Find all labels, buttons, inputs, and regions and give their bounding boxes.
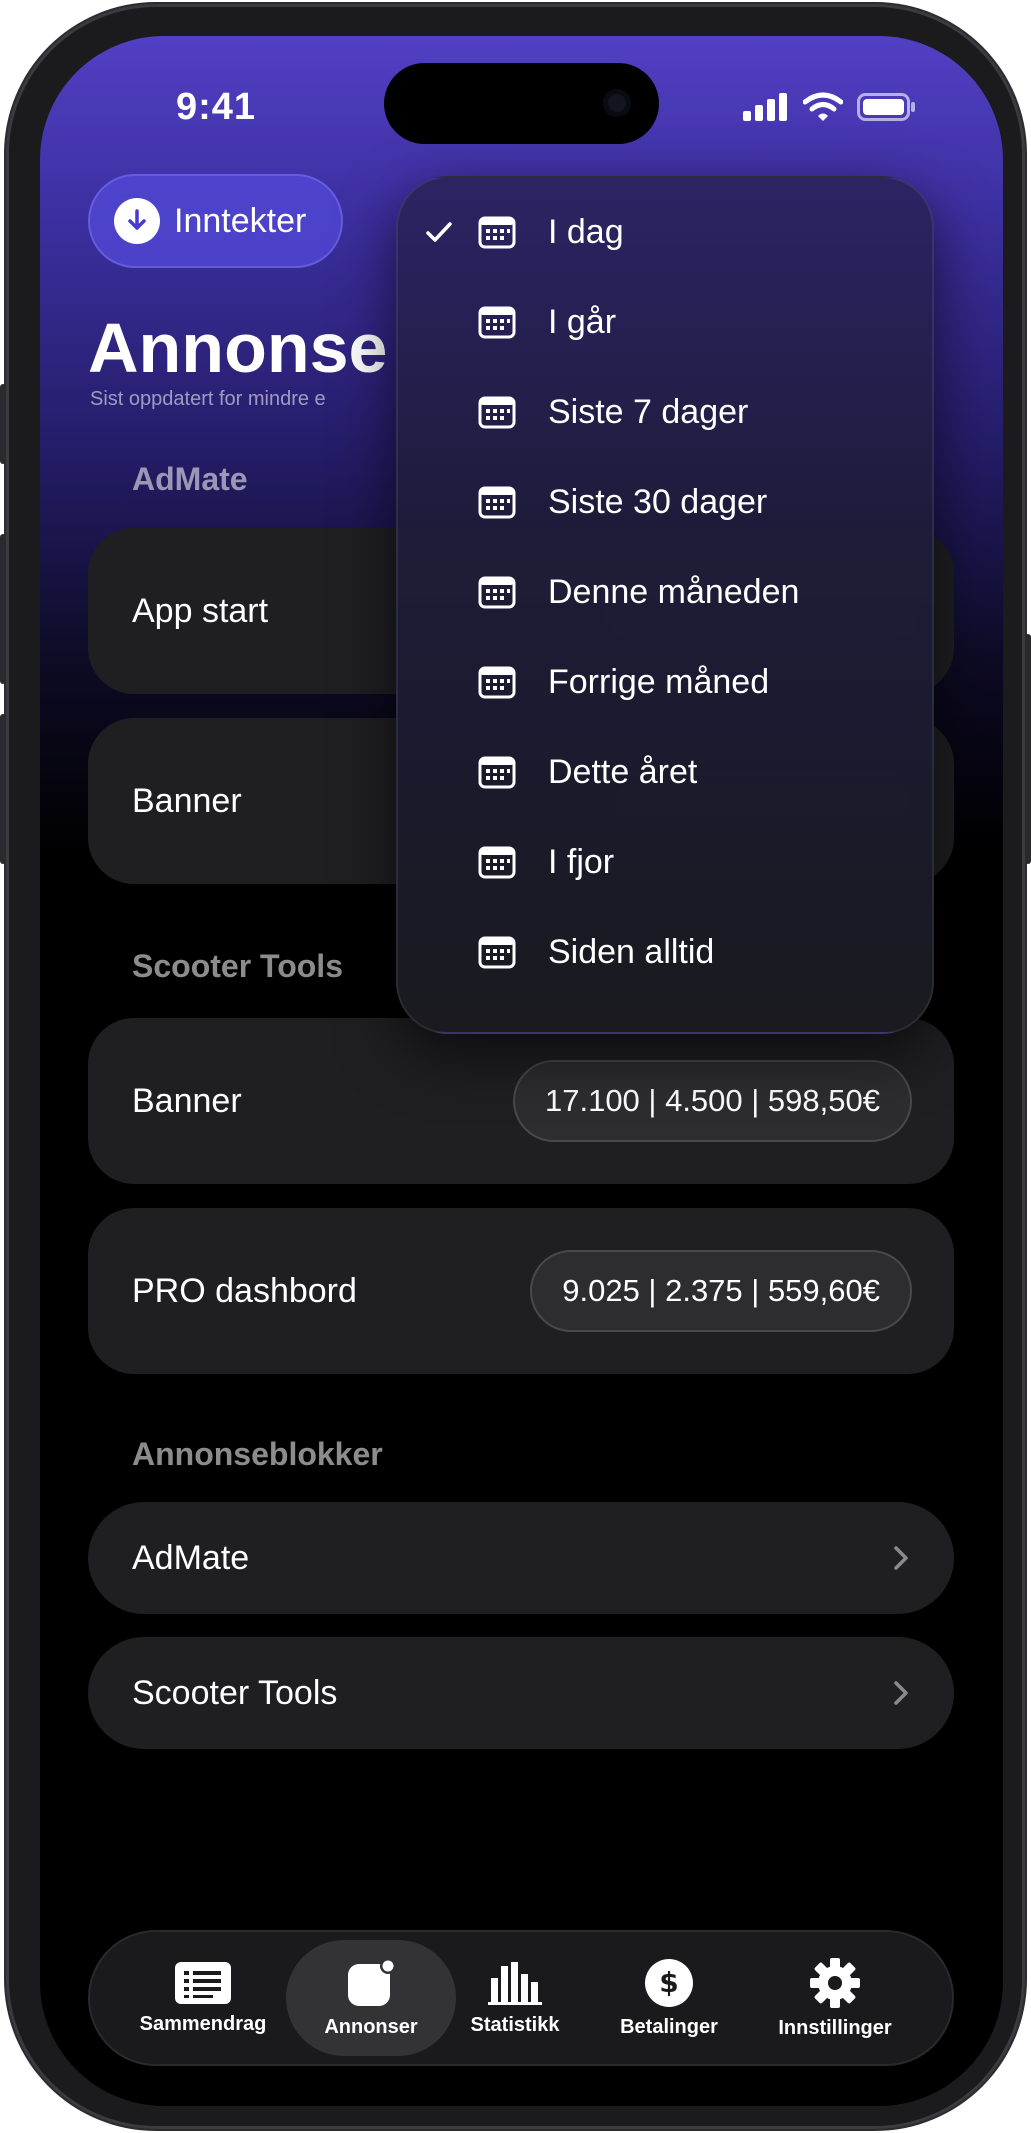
tab-label: Statistikk	[470, 2013, 560, 2036]
ad-unit-label: Banner	[132, 1081, 242, 1120]
tab-label: Annonser	[324, 2015, 418, 2038]
status-time: 9:41	[176, 86, 257, 128]
section-title-admate: AdMate	[132, 461, 248, 497]
tab-label: Betalinger	[620, 2015, 718, 2038]
calendar-icon	[478, 666, 516, 699]
gear-icon	[810, 1957, 860, 2008]
date-option-label: Forrige måned	[548, 662, 770, 701]
ad-block-label: Scooter Tools	[132, 1673, 338, 1712]
ads-icon	[348, 1957, 396, 2006]
ad-unit-stats-pill: 17.100 | 4.500 | 598,50€	[512, 1060, 912, 1142]
calendar-icon	[478, 846, 516, 879]
calendar-icon	[478, 216, 516, 249]
income-button-label: Inntekter	[174, 201, 307, 240]
date-option-label: I går	[548, 302, 617, 341]
calendar-icon	[478, 486, 516, 519]
list-icon	[175, 1961, 231, 2004]
ad-unit-label: PRO dashbord	[132, 1271, 357, 1310]
tab-payments[interactable]: $ Betalinger	[584, 1940, 754, 2056]
section-title-ad-blocks: Annonseblokker	[132, 1436, 383, 1472]
income-button[interactable]: Inntekter	[88, 174, 343, 268]
ad-unit-label: Banner	[132, 781, 242, 820]
date-option-label: Siste 7 dager	[548, 392, 749, 431]
ad-block-row[interactable]: Scooter Tools	[88, 1637, 954, 1749]
chevron-right-icon	[894, 1681, 908, 1705]
action-button	[0, 384, 6, 464]
date-option-label: Siden alltid	[548, 932, 715, 971]
date-option-label: I dag	[548, 212, 624, 251]
date-option-last-year[interactable]: I fjor	[398, 817, 932, 907]
dynamic-island	[384, 63, 659, 144]
tab-settings[interactable]: Innstillinger	[750, 1940, 920, 2056]
status-icons	[743, 92, 917, 122]
date-option-label: Denne måneden	[548, 572, 800, 611]
calendar-icon	[478, 756, 516, 789]
date-option-all-time[interactable]: Siden alltid	[398, 907, 932, 997]
calendar-icon	[478, 396, 516, 429]
calendar-icon	[478, 576, 516, 609]
tab-bar: Sammendrag Annonser Statistikk $ Betalin…	[88, 1930, 954, 2066]
checkmark-icon	[426, 222, 452, 242]
dollar-icon: $	[645, 1958, 693, 2007]
chart-icon	[488, 1961, 542, 2005]
battery-icon	[857, 93, 915, 121]
svg-text:$: $	[659, 1966, 678, 1999]
ad-unit-card[interactable]: Banner 17.100 | 4.500 | 598,50€	[88, 1018, 954, 1184]
date-option-this-year[interactable]: Dette året	[398, 727, 932, 817]
phone-frame: 9:41 Inntekter Annonse Sist oppdatert fo…	[0, 4, 1031, 2129]
volume-down-button	[0, 714, 6, 864]
ad-unit-card[interactable]: PRO dashbord 9.025 | 2.375 | 559,60€	[88, 1208, 954, 1374]
power-button	[1025, 634, 1031, 864]
date-option-last-7-days[interactable]: Siste 7 dager	[398, 367, 932, 457]
section-title-scooter-tools: Scooter Tools	[132, 948, 343, 984]
date-range-menu: I dag I går Siste 7 dager Siste 30 dager…	[396, 176, 934, 1034]
tab-label: Innstillinger	[778, 2016, 892, 2039]
screen: 9:41 Inntekter Annonse Sist oppdatert fo…	[40, 36, 1003, 2106]
date-option-last-30-days[interactable]: Siste 30 dager	[398, 457, 932, 547]
ad-block-row[interactable]: AdMate	[88, 1502, 954, 1614]
download-icon	[114, 198, 160, 244]
chevron-right-icon	[894, 1546, 908, 1570]
wifi-icon	[803, 92, 843, 121]
date-option-today[interactable]: I dag	[398, 187, 932, 277]
date-option-last-month[interactable]: Forrige måned	[398, 637, 932, 727]
date-option-label: Dette året	[548, 752, 698, 791]
ad-block-label: AdMate	[132, 1538, 250, 1577]
calendar-icon	[478, 936, 516, 969]
status-bar: 9:41	[40, 36, 1003, 176]
last-updated-text: Sist oppdatert for mindre e	[90, 388, 326, 410]
page-title: Annonse	[88, 309, 388, 387]
tab-statistics[interactable]: Statistikk	[430, 1940, 600, 2056]
date-option-label: I fjor	[548, 842, 615, 881]
date-option-yesterday[interactable]: I går	[398, 277, 932, 367]
volume-up-button	[0, 534, 6, 684]
camera-icon	[603, 89, 631, 117]
date-option-this-month[interactable]: Denne måneden	[398, 547, 932, 637]
signal-icon	[743, 93, 787, 121]
tab-label: Sammendrag	[139, 2012, 267, 2035]
ad-unit-stats-pill: 9.025 | 2.375 | 559,60€	[530, 1250, 912, 1332]
date-option-label: Siste 30 dager	[548, 482, 768, 521]
tab-summary[interactable]: Sammendrag	[118, 1940, 288, 2056]
ad-unit-label: App start	[132, 591, 269, 630]
calendar-icon	[478, 306, 516, 339]
